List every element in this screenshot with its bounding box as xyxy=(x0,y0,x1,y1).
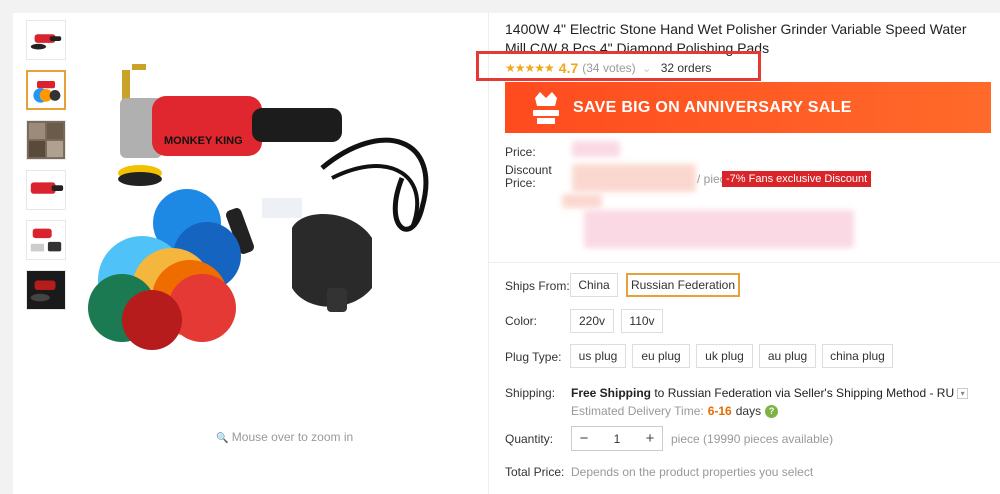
thumbnail-3[interactable] xyxy=(26,120,66,160)
quantity-label: Quantity: xyxy=(505,432,554,446)
discount-label-2: Price: xyxy=(505,176,536,190)
model-text: WATER MILL xyxy=(202,161,244,168)
banner-text: SAVE BIG ON ANNIVERSARY SALE xyxy=(573,98,852,116)
column-divider xyxy=(488,13,489,494)
quantity-available: piece (19990 pieces available) xyxy=(671,432,834,446)
plug-option-us[interactable]: us plug xyxy=(570,344,626,368)
shipping-method-text: to Russian Federation via Seller's Shipp… xyxy=(651,386,955,400)
blurred-promo-2 xyxy=(584,210,854,248)
ships-from-option-china[interactable]: China xyxy=(570,273,618,297)
rating-score: 4.7 xyxy=(558,60,579,76)
ships-from-label: Ships From: xyxy=(505,279,570,293)
help-icon[interactable]: ? xyxy=(765,404,779,418)
ships-from-option-russia[interactable]: Russian Federation xyxy=(626,273,740,297)
total-price-label: Total Price: xyxy=(505,465,565,479)
price-label: Price: xyxy=(505,145,536,159)
thumbnail-1[interactable] xyxy=(26,20,66,60)
estimated-delivery-label: Estimated Delivery Time: xyxy=(571,404,704,418)
thumbnail-4[interactable] xyxy=(26,170,66,210)
delivery-days-range: 6-16 xyxy=(707,404,732,418)
plug-type-label: Plug Type: xyxy=(505,350,562,364)
shipping-method[interactable]: Free Shipping to Russian Federation via … xyxy=(571,386,969,400)
discount-price-blurred xyxy=(572,164,696,192)
quantity-increase-button[interactable]: + xyxy=(638,427,662,450)
total-price-text: Depends on the product properties you se… xyxy=(571,465,814,479)
estimated-delivery: Estimated Delivery Time: 6-16 days ? xyxy=(571,404,779,418)
thumbnail-6[interactable] xyxy=(26,270,66,310)
main-product-image[interactable]: MONKEY KING WATER MILL xyxy=(82,58,472,358)
rating-stars-icon[interactable]: ★★★★★ xyxy=(505,61,555,75)
free-shipping-text: Free Shipping xyxy=(571,386,652,400)
orders-count: 32 orders xyxy=(660,61,712,75)
rating-dropdown-icon[interactable]: ⌄ xyxy=(642,61,652,75)
thumbnail-5[interactable] xyxy=(26,220,66,260)
color-option-110v[interactable]: 110v xyxy=(621,309,663,333)
brand-text: MONKEY KING xyxy=(164,135,243,147)
thumbnail-2[interactable] xyxy=(26,70,66,110)
plug-option-au[interactable]: au plug xyxy=(759,344,816,368)
crown-gift-icon xyxy=(533,91,559,124)
rating-votes[interactable]: (34 votes) xyxy=(582,61,635,75)
section-divider xyxy=(489,262,1000,263)
shipping-dropdown-icon[interactable]: ▾ xyxy=(957,388,969,400)
price-value-blurred xyxy=(572,141,620,157)
zoom-hint-text: Mouse over to zoom in xyxy=(231,430,354,444)
shipping-label: Shipping: xyxy=(505,386,556,400)
plug-option-uk[interactable]: uk plug xyxy=(696,344,753,368)
magnifier-icon: 🔍 xyxy=(216,433,229,444)
quantity-decrease-button[interactable]: − xyxy=(572,427,596,450)
delivery-days-word: days xyxy=(735,404,762,418)
rating-row: ★★★★★ 4.7 (34 votes) ⌄ 32 orders xyxy=(505,60,711,76)
zoom-hint: 🔍 Mouse over to zoom in xyxy=(216,430,353,444)
quantity-stepper: − 1 + xyxy=(571,426,663,451)
plug-option-china[interactable]: china plug xyxy=(822,344,893,368)
color-option-220v[interactable]: 220v xyxy=(570,309,614,333)
plug-option-eu[interactable]: eu plug xyxy=(632,344,690,368)
quantity-input[interactable]: 1 xyxy=(596,432,638,446)
fans-discount-badge: -7% Fans exclusive Discount xyxy=(722,171,872,187)
color-label: Color: xyxy=(505,314,538,328)
sale-banner[interactable]: SAVE BIG ON ANNIVERSARY SALE xyxy=(505,82,991,133)
blurred-promo-1 xyxy=(562,194,602,208)
